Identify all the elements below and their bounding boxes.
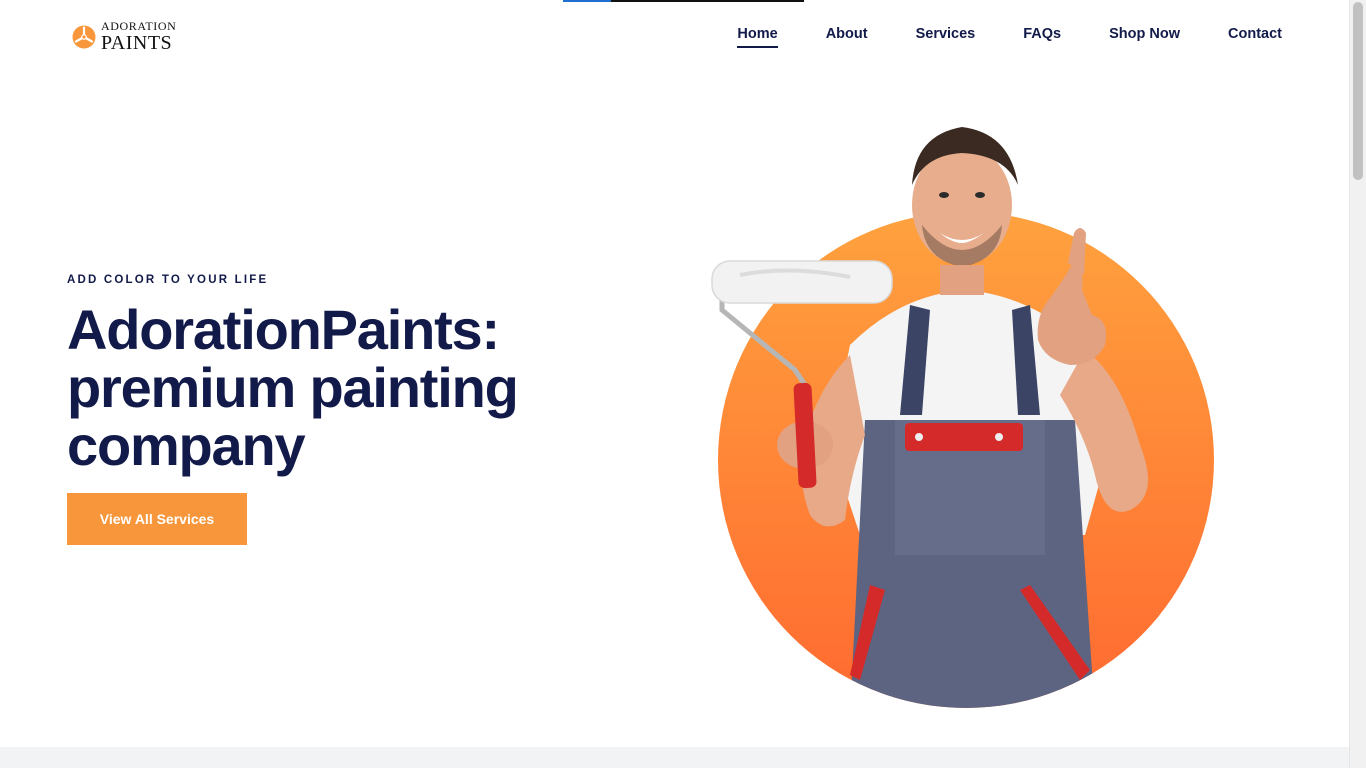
- page-load-progress-bar: [563, 0, 804, 2]
- hero-title-line1: AdorationPaints:: [67, 298, 500, 361]
- page: ADORATION PAINTS Home About Services FAQ…: [0, 0, 1366, 768]
- brand-name-line1: ADORATION: [101, 19, 177, 33]
- painter-illustration: [711, 127, 1214, 708]
- scrollbar-thumb[interactable]: [1353, 2, 1363, 180]
- hero-title-line3: company: [67, 414, 306, 477]
- page-scrollbar[interactable]: [1349, 0, 1366, 768]
- next-section-edge: [0, 747, 1349, 768]
- paint-blade-logo-icon: [72, 25, 96, 48]
- hero-image-painter: [700, 115, 1240, 715]
- brand-logo-link[interactable]: ADORATION PAINTS: [72, 20, 176, 53]
- brand-wordmark: ADORATION PAINTS: [101, 20, 176, 53]
- hero-title: AdorationPaints: premium painting compan…: [67, 301, 627, 475]
- brand-name-line2: PAINTS: [101, 32, 173, 54]
- nav-item-services[interactable]: Services: [916, 26, 976, 48]
- main-navigation: Home About Services FAQs Shop Now Contac…: [737, 26, 1282, 48]
- nav-item-faqs[interactable]: FAQs: [1023, 26, 1061, 48]
- hero-section: ADD COLOR TO YOUR LIFE AdorationPaints: …: [67, 274, 627, 545]
- nav-item-contact[interactable]: Contact: [1228, 26, 1282, 48]
- page-load-progress-fill: [563, 0, 612, 2]
- nav-item-shop-now[interactable]: Shop Now: [1109, 26, 1180, 48]
- nav-item-home[interactable]: Home: [737, 26, 779, 48]
- view-all-services-button[interactable]: View All Services: [67, 493, 247, 545]
- hero-eyebrow: ADD COLOR TO YOUR LIFE: [67, 274, 269, 286]
- nav-item-about[interactable]: About: [826, 26, 868, 48]
- hero-title-line2: premium painting: [67, 356, 519, 419]
